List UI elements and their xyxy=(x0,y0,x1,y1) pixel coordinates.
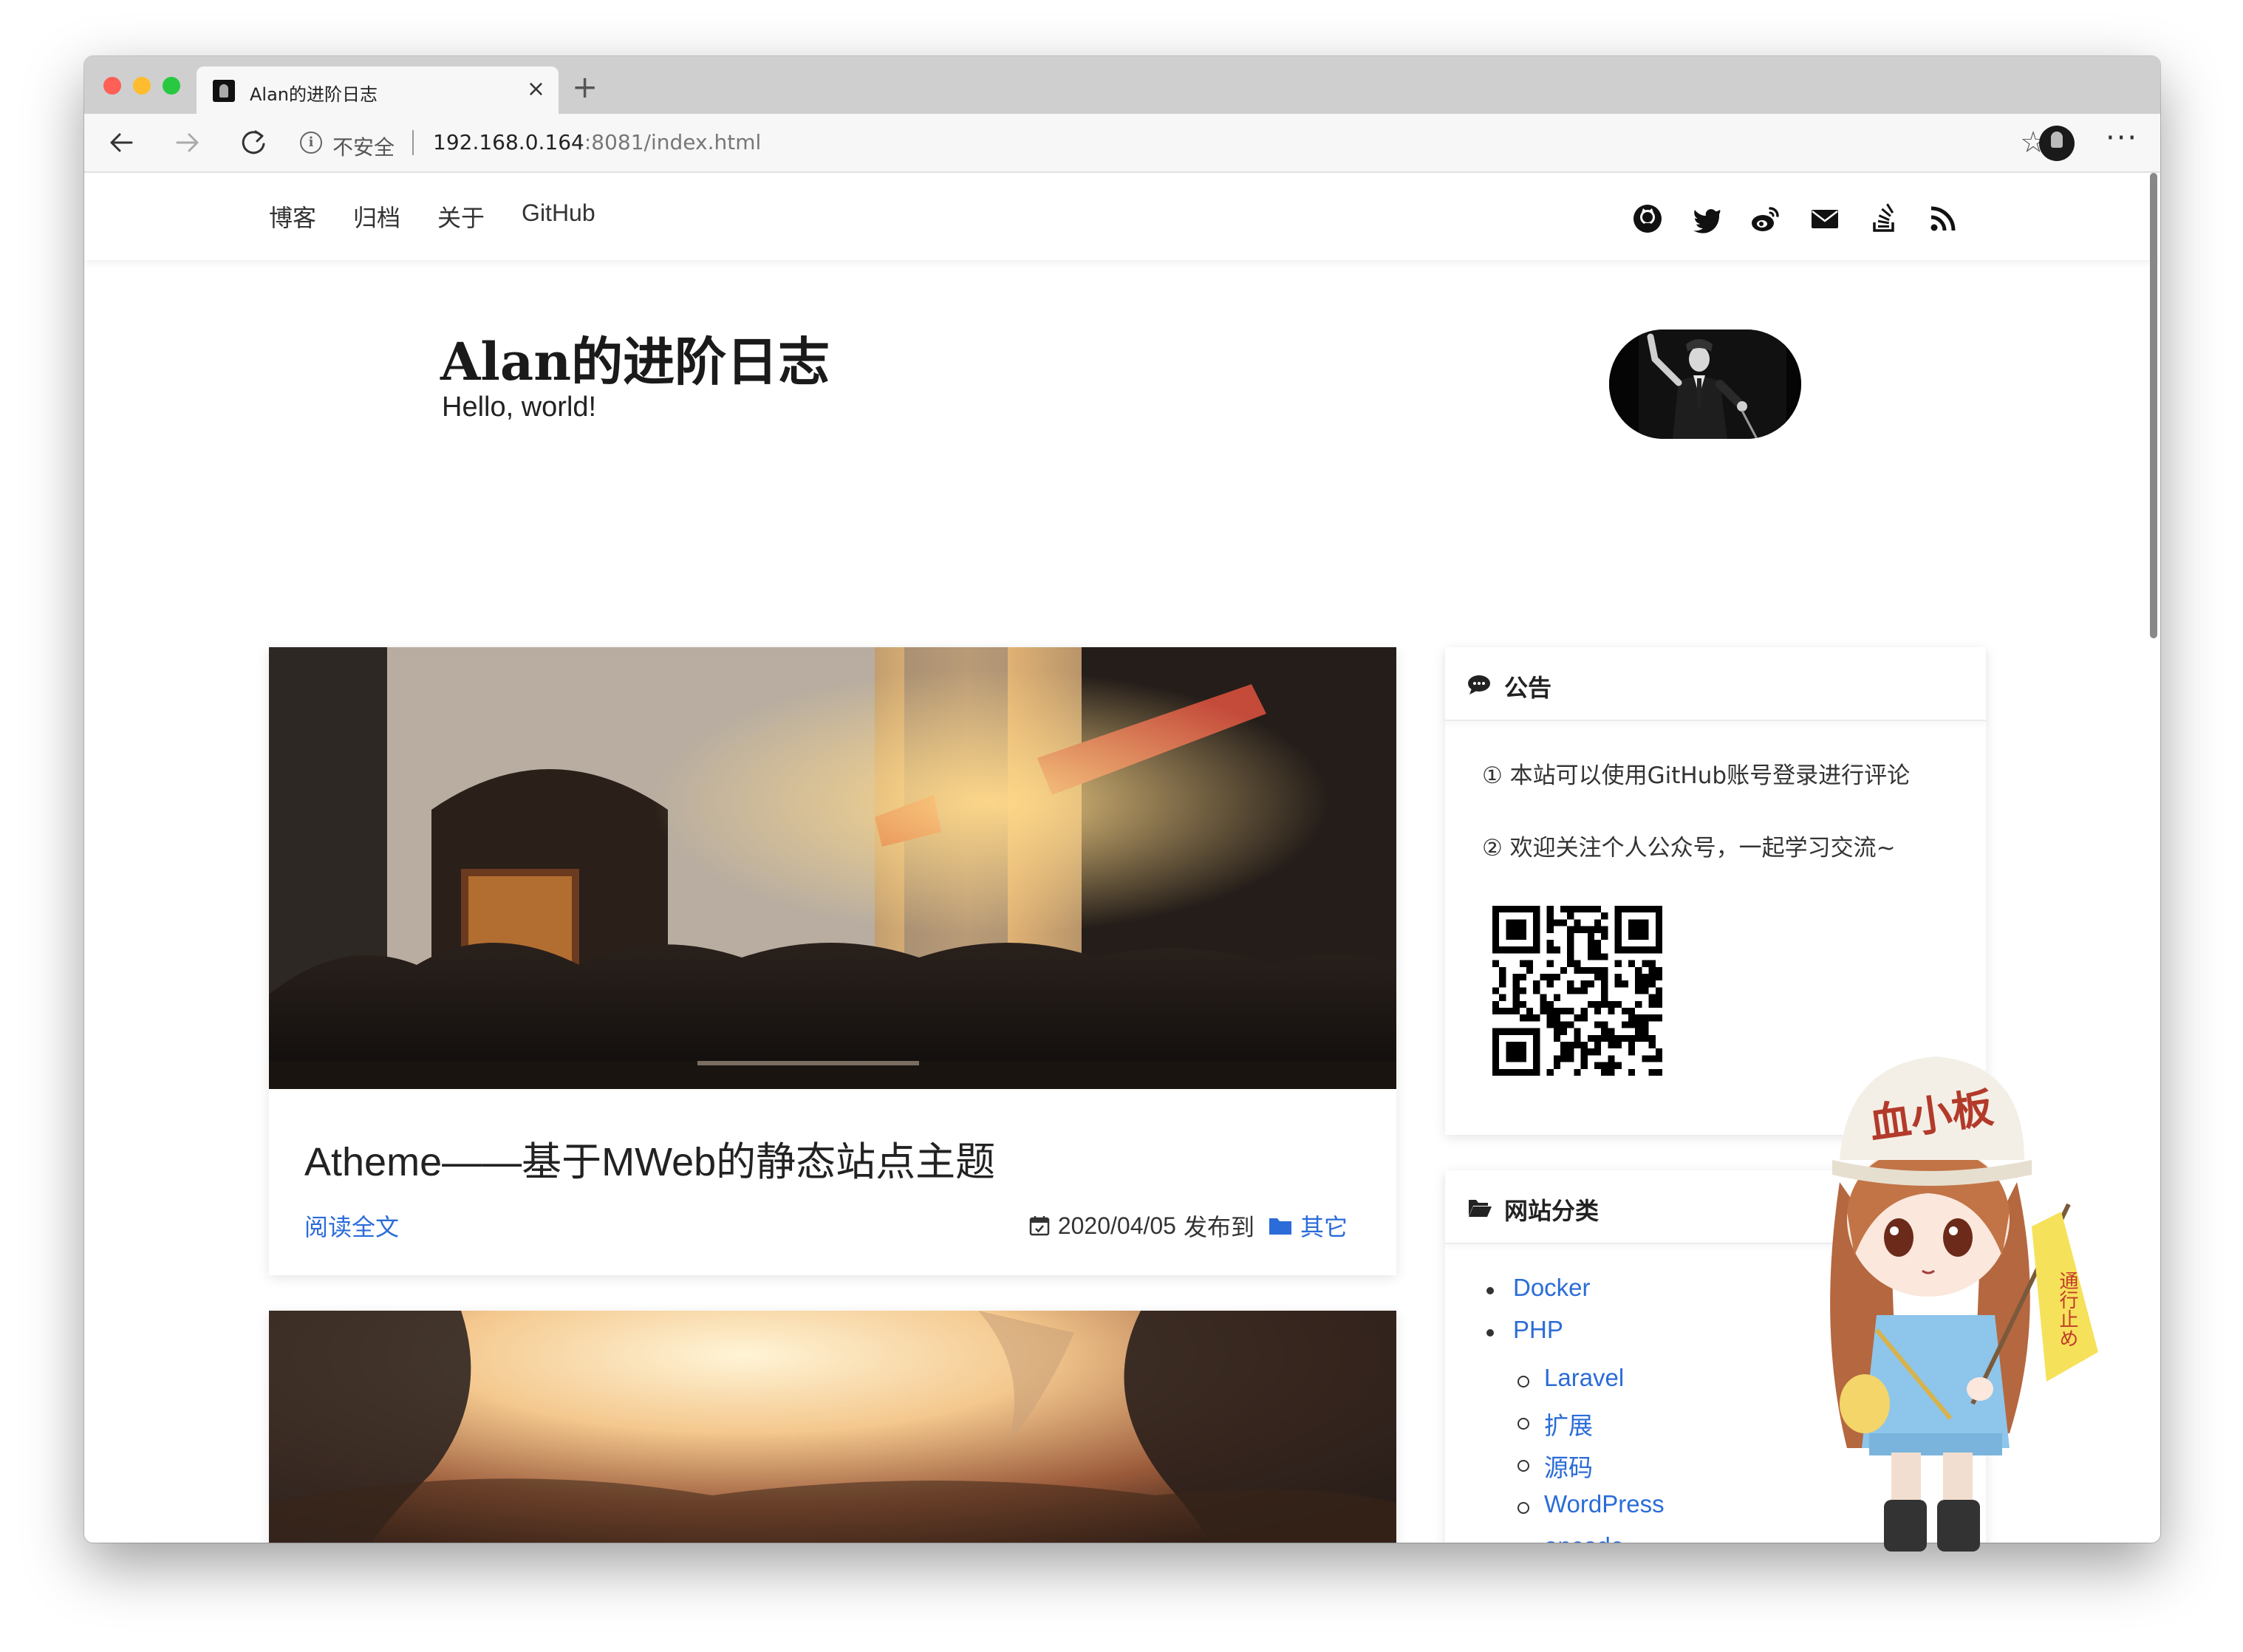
reload-icon xyxy=(242,130,265,154)
post-card xyxy=(269,1311,1396,1543)
address-bar[interactable]: i 不安全 192.168.0.164:8081/index.html ☆ xyxy=(293,121,2046,165)
post-title[interactable]: Atheme——基于MWeb的静态站点主题 xyxy=(304,1129,995,1187)
subcategory-item[interactable]: WordPress xyxy=(1482,1490,1665,1532)
post-cover-image[interactable] xyxy=(269,647,1396,1089)
url-host: 192.168.0.164 xyxy=(433,130,584,154)
post-category-link[interactable]: 其它 xyxy=(1300,1209,1348,1243)
social-links xyxy=(1631,202,1959,235)
arrow-right-icon xyxy=(176,133,199,152)
tab-title: Alan的进阶日志 xyxy=(250,84,378,105)
folder-open-icon xyxy=(1469,1200,1492,1217)
close-window-button[interactable] xyxy=(103,77,121,95)
speaker-photo xyxy=(1609,330,1801,439)
folder-icon xyxy=(1269,1218,1291,1235)
calendar-icon xyxy=(1029,1216,1050,1236)
site-title[interactable]: Alan的进阶日志 xyxy=(440,321,830,395)
categories-title: 网站分类 xyxy=(1504,1197,1600,1225)
close-tab-button[interactable]: × xyxy=(527,77,545,102)
stackoverflow-icon[interactable] xyxy=(1868,202,1900,235)
platelet-mascot[interactable]: 通行止め 血小板 xyxy=(1788,1034,2098,1566)
post-date: 2020/04/05 xyxy=(1057,1212,1176,1239)
url-text[interactable]: 192.168.0.164:8081/index.html xyxy=(433,130,761,154)
qr-code-image xyxy=(1492,906,1662,1076)
comments-icon xyxy=(1468,675,1490,694)
twitter-icon[interactable] xyxy=(1690,202,1723,235)
category-item[interactable]: Docker xyxy=(1482,1274,1665,1316)
maximize-window-button[interactable] xyxy=(163,77,180,95)
profile-avatar[interactable] xyxy=(2039,126,2075,161)
back-button[interactable] xyxy=(103,124,140,161)
subcategory-item[interactable]: opcode xyxy=(1482,1532,1665,1543)
site-subtitle: Hello, world! xyxy=(442,392,597,423)
tab-strip: Alan的进阶日志 × + xyxy=(84,56,2160,114)
nav-link-github[interactable]: GitHub xyxy=(522,199,595,233)
minimize-window-button[interactable] xyxy=(133,77,151,95)
url-path: :8081/index.html xyxy=(584,130,762,154)
notice-title: 公告 xyxy=(1504,674,1552,702)
wechat-qr-code xyxy=(1492,906,1662,1076)
new-tab-button[interactable]: + xyxy=(572,71,598,103)
read-more-link[interactable]: 阅读全文 xyxy=(304,1209,399,1243)
category-item[interactable]: PHP xyxy=(1482,1316,1665,1358)
more-menu-button[interactable]: ··· xyxy=(2106,120,2138,157)
mail-icon[interactable] xyxy=(1809,202,1841,235)
rss-icon[interactable] xyxy=(1927,202,1959,235)
subcategory-item[interactable]: Laravel xyxy=(1482,1364,1665,1406)
post-card: Atheme——基于MWeb的静态站点主题 阅读全文 2020/04/05 发布… xyxy=(269,647,1396,1275)
nav-links: 博客 归档 关于 GitHub xyxy=(269,199,595,233)
mascot-illustration: 通行止め 血小板 xyxy=(1830,1057,2098,1552)
nav-link-blog[interactable]: 博客 xyxy=(269,199,316,233)
forward-button[interactable] xyxy=(168,124,205,161)
post-cover-image[interactable] xyxy=(269,1311,1396,1543)
arrow-left-icon xyxy=(110,133,133,152)
security-label[interactable]: 不安全 xyxy=(332,132,395,161)
reload-button[interactable] xyxy=(235,124,272,161)
post-meta: 2020/04/05 发布到 其它 xyxy=(1028,1209,1348,1243)
category-list: Docker PHP Laravel 扩展 源码 WordPress opcod… xyxy=(1482,1274,1665,1543)
street-crowd-photo xyxy=(269,647,1396,1089)
nav-link-archive[interactable]: 归档 xyxy=(353,199,400,233)
nav-link-about[interactable]: 关于 xyxy=(437,199,485,233)
github-icon[interactable] xyxy=(1631,202,1664,235)
flag-text: 通行止め xyxy=(2056,1271,2078,1348)
widget-header: 公告 xyxy=(1445,647,1986,721)
browser-toolbar: i 不安全 192.168.0.164:8081/index.html ☆ ··… xyxy=(84,114,2160,173)
weibo-icon[interactable] xyxy=(1749,202,1782,235)
page-scrollbar[interactable] xyxy=(2150,173,2157,638)
header-avatar xyxy=(1609,330,1801,439)
subcategory-item[interactable]: 扩展 xyxy=(1482,1406,1665,1448)
address-divider xyxy=(412,130,414,155)
info-icon[interactable]: i xyxy=(300,132,322,154)
notice-line: ① 本站可以使用GitHub账号登录进行评论 xyxy=(1482,762,1911,789)
subcategory-item[interactable]: 源码 xyxy=(1482,1448,1665,1490)
sunset-field-photo xyxy=(269,1311,1396,1543)
site-nav: 博客 归档 关于 GitHub xyxy=(84,173,2160,260)
favicon-icon xyxy=(213,80,235,102)
tab-active[interactable]: Alan的进阶日志 × xyxy=(197,66,559,114)
published-to-label: 发布到 xyxy=(1183,1214,1254,1240)
notice-line: ② 欢迎关注个人公众号，一起学习交流~ xyxy=(1482,835,1896,861)
